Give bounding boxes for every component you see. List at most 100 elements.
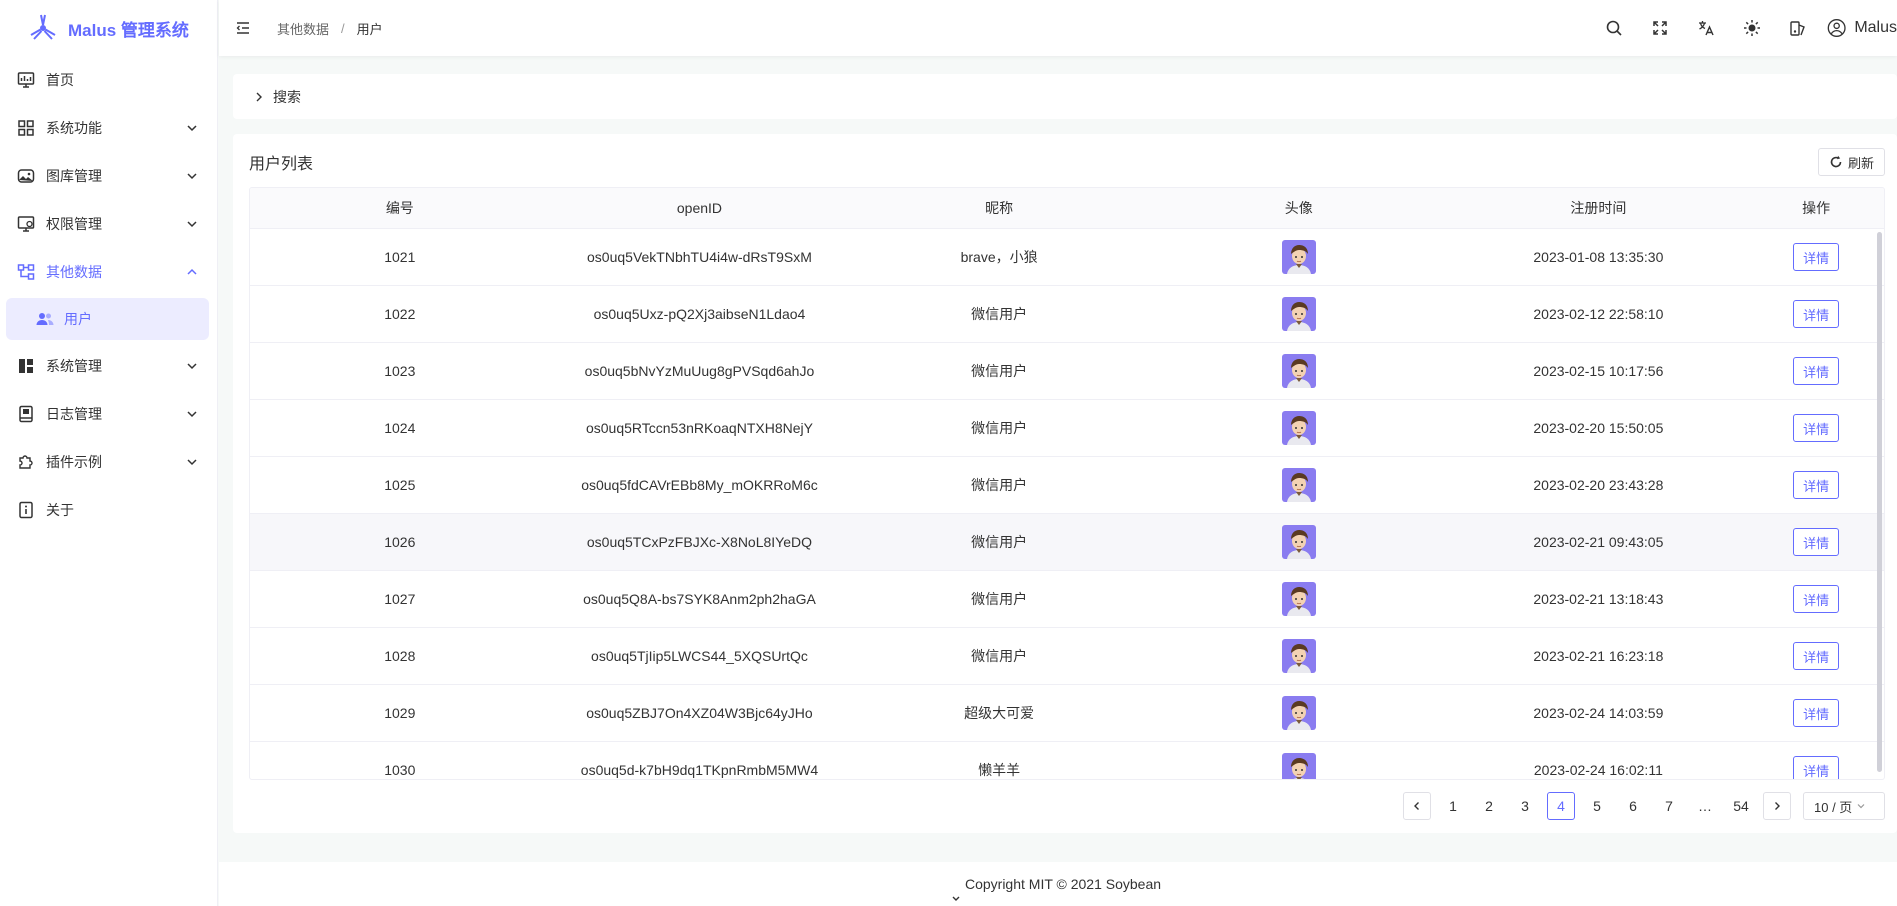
cell-nickname: 微信用户 — [971, 534, 1028, 550]
cell-nickname: 微信用户 — [971, 420, 1028, 436]
cell-actions: 详情 — [1748, 243, 1884, 271]
sidebar-item-permissions[interactable]: 权限管理 — [0, 200, 217, 248]
sidebar-item-about[interactable]: 关于 — [0, 486, 217, 534]
cell-avatar — [1149, 753, 1449, 779]
table-row[interactable]: 1025 os0uq5fdCAVrEBb8My_mOKRRoM6c 微信用户 2023… — [250, 457, 1884, 514]
sidebar-item-users[interactable]: 用户 — [6, 298, 209, 340]
user-avatar-image[interactable] — [1281, 582, 1316, 616]
page-number[interactable]: 54 — [1727, 792, 1755, 820]
cell-actions: 详情 — [1748, 471, 1884, 499]
table-row[interactable]: 1028 os0uq5TjIip5LWCS44_5XQSUrtQc 微信用户 2023… — [250, 628, 1884, 685]
search-panel-label: 搜索 — [273, 88, 301, 105]
menu-collapse-icon[interactable] — [233, 18, 253, 38]
user-avatar-image[interactable] — [1281, 753, 1316, 779]
user-avatar-image[interactable] — [1281, 297, 1316, 331]
column-header-avatar[interactable]: 头像 — [1149, 198, 1449, 218]
app-logo[interactable]: Malus 管理系统 — [0, 0, 217, 56]
chevron-down-icon — [187, 363, 197, 370]
table-row[interactable]: 1029 os0uq5ZBJ7On4XZ04W3Bjc64yJHo 超级大可爱 202… — [250, 685, 1884, 742]
cell-registered: 2023-02-15 10:17:56 — [1533, 363, 1664, 379]
sidebar-item-system-functions[interactable]: 系统功能 — [0, 104, 217, 152]
cell-actions: 详情 — [1748, 585, 1884, 613]
theme-settings-icon[interactable] — [1775, 0, 1821, 56]
footer-collapse-icon[interactable] — [945, 892, 967, 906]
sidebar-item-label: 首页 — [46, 72, 74, 88]
theme-sun-icon[interactable] — [1729, 0, 1775, 56]
detail-button[interactable]: 详情 — [1793, 642, 1840, 670]
page-ellipsis[interactable]: … — [1691, 792, 1719, 820]
table-row[interactable]: 1026 os0uq5TCxPzFBJXc-X8NoL8IYeDQ 微信用户 2023… — [250, 514, 1884, 571]
refresh-icon — [1830, 155, 1842, 168]
sidebar-item-plugins[interactable]: 插件示例 — [0, 438, 217, 486]
detail-button[interactable]: 详情 — [1793, 243, 1840, 271]
column-header-openid[interactable]: openID — [550, 200, 850, 216]
detail-button[interactable]: 详情 — [1793, 699, 1840, 727]
cell-actions: 详情 — [1748, 699, 1884, 727]
fullscreen-icon[interactable] — [1637, 0, 1683, 56]
user-avatar-image[interactable] — [1281, 696, 1316, 730]
column-header-nickname[interactable]: 昵称 — [849, 198, 1149, 218]
cell-id: 1024 — [384, 420, 416, 436]
sidebar-item-other-data[interactable]: 其他数据 — [0, 248, 217, 296]
breadcrumb: 其他数据 / 用户 — [277, 19, 383, 38]
page-number[interactable]: 3 — [1511, 792, 1539, 820]
language-icon[interactable] — [1683, 0, 1729, 56]
page-size-value: 10 / 页 — [1814, 799, 1853, 815]
prev-page-button[interactable] — [1403, 792, 1431, 820]
sidebar-item-logs[interactable]: 日志管理 — [0, 390, 217, 438]
breadcrumb-item-other-data[interactable]: 其他数据 — [277, 19, 329, 38]
detail-button[interactable]: 详情 — [1793, 756, 1840, 779]
table-row[interactable]: 1023 os0uq5bNvYzMuUug8gPVSqd6ahJo 微信用户 2023… — [250, 343, 1884, 400]
table-scrollbar[interactable] — [1877, 232, 1882, 772]
permission-monitor-icon — [16, 214, 36, 234]
detail-button[interactable]: 详情 — [1793, 357, 1840, 385]
sidebar-item-system-management[interactable]: 系统管理 — [0, 342, 217, 390]
search-icon[interactable] — [1591, 0, 1637, 56]
user-avatar-image[interactable] — [1281, 411, 1316, 445]
detail-button[interactable]: 详情 — [1793, 471, 1840, 499]
table-row[interactable]: 1022 os0uq5Uxz-pQ2Xj3aibseN1Ldao4 微信用户 2023… — [250, 286, 1884, 343]
detail-button[interactable]: 详情 — [1793, 528, 1840, 556]
table-row[interactable]: 1030 os0uq5d-k7bH9dq1TKpnRmbM5MW4 懒羊羊 2023-… — [250, 742, 1884, 779]
table-row[interactable]: 1024 os0uq5RTccn53nRKoaqNTXH8NejY 微信用户 2023… — [250, 400, 1884, 457]
page-number[interactable]: 4 — [1547, 792, 1575, 820]
refresh-button[interactable]: 刷新 — [1817, 148, 1885, 176]
next-page-button[interactable] — [1763, 792, 1791, 820]
user-avatar-image[interactable] — [1281, 468, 1316, 502]
sidebar-item-label: 日志管理 — [46, 406, 102, 422]
chevron-down-icon — [1857, 804, 1865, 809]
column-header-id[interactable]: 编号 — [250, 198, 550, 218]
page-number[interactable]: 7 — [1655, 792, 1683, 820]
cell-openid: os0uq5TCxPzFBJXc-X8NoL8IYeDQ — [586, 534, 813, 550]
page-number[interactable]: 1 — [1439, 792, 1467, 820]
cell-actions: 详情 — [1748, 300, 1884, 328]
user-avatar-image[interactable] — [1281, 240, 1316, 274]
column-header-registered[interactable]: 注册时间 — [1449, 198, 1749, 218]
user-avatar-image[interactable] — [1281, 525, 1316, 559]
info-icon — [16, 500, 36, 520]
cell-openid: os0uq5VekTNbhTU4i4w-dRsT9SxM — [587, 249, 812, 265]
page-number[interactable]: 2 — [1475, 792, 1503, 820]
cell-openid: os0uq5Q8A-bs7SYK8Anm2ph2haGA — [583, 591, 816, 607]
detail-button[interactable]: 详情 — [1793, 585, 1840, 613]
detail-button[interactable]: 详情 — [1793, 300, 1840, 328]
sidebar-item-label: 关于 — [46, 502, 74, 518]
footer: Copyright MIT © 2021 Soybean — [219, 862, 1897, 906]
breadcrumb-item-users: 用户 — [356, 21, 383, 37]
detail-button[interactable]: 详情 — [1793, 414, 1840, 442]
user-list-card: 用户列表 刷新 编号 openID 昵称 头像 注册时间 操作 1021 os0u… — [233, 134, 1897, 833]
user-menu[interactable]: Malus — [1821, 17, 1897, 39]
table-row[interactable]: 1021 os0uq5VekTNbhTU4i4w-dRsT9SxM brave，小狼… — [250, 229, 1884, 286]
search-panel[interactable]: 搜索 — [233, 74, 1897, 119]
table-row[interactable]: 1027 os0uq5Q8A-bs7SYK8Anm2ph2haGA 微信用户 2023… — [250, 571, 1884, 628]
user-avatar-image[interactable] — [1281, 354, 1316, 388]
user-avatar-image[interactable] — [1281, 639, 1316, 673]
sidebar-item-home[interactable]: 首页 — [0, 56, 217, 104]
cell-avatar — [1149, 696, 1449, 730]
card-title: 用户列表 — [249, 156, 314, 173]
sidebar-item-gallery[interactable]: 图库管理 — [0, 152, 217, 200]
page-number[interactable]: 5 — [1583, 792, 1611, 820]
page-number[interactable]: 6 — [1619, 792, 1647, 820]
page-size-select[interactable]: 10 / 页 — [1803, 792, 1885, 820]
sidebar-item-label: 系统功能 — [46, 120, 102, 136]
